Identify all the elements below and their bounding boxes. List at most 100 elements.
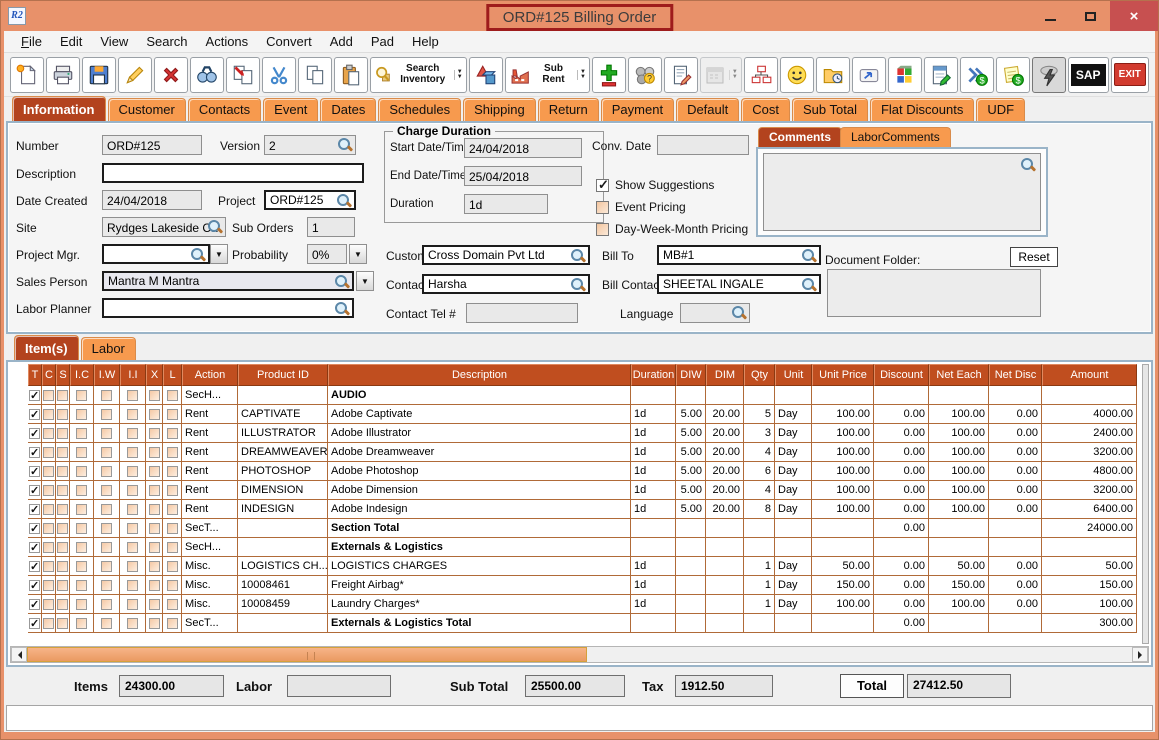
tab-dates[interactable]: Dates [320,98,376,121]
row-checkbox[interactable] [149,618,160,629]
notes-button[interactable] [664,57,698,93]
edit-button[interactable] [118,57,152,93]
row-checkbox[interactable] [167,504,178,515]
save-button[interactable] [82,57,116,93]
row-checkbox[interactable] [29,466,40,477]
column-header-t[interactable]: T [28,364,42,386]
tab-udf[interactable]: UDF [976,98,1025,121]
row-checkbox[interactable] [101,618,112,629]
row-checkbox[interactable] [167,409,178,420]
row-checkbox[interactable] [76,447,87,458]
menu-search[interactable]: Search [137,32,196,51]
tab-return[interactable]: Return [538,98,599,121]
row-checkbox[interactable] [43,542,54,553]
row-checkbox[interactable] [29,447,40,458]
row-checkbox[interactable] [57,390,68,401]
row-checkbox[interactable] [149,561,160,572]
paste-button[interactable] [334,57,368,93]
row-checkbox[interactable] [101,447,112,458]
menu-convert[interactable]: Convert [257,32,321,51]
bill-to-field[interactable]: MB#1 [657,245,821,265]
row-checkbox[interactable] [43,618,54,629]
row-checkbox[interactable] [127,542,138,553]
table-row[interactable]: SecH...Externals & Logistics [28,538,1137,557]
row-checkbox[interactable] [101,580,112,591]
contact-tel-field[interactable] [466,303,578,323]
table-row[interactable]: RentPHOTOSHOPAdobe Photoshop1d5.0020.006… [28,462,1137,481]
column-header-net-each[interactable]: Net Each [929,364,989,386]
tab-payment[interactable]: Payment [601,98,674,121]
row-checkbox[interactable] [149,390,160,401]
search-icon[interactable] [191,248,206,263]
row-checkbox[interactable] [149,580,160,591]
smiley-button[interactable] [780,57,814,93]
row-checkbox[interactable] [149,466,160,477]
row-checkbox[interactable] [167,466,178,477]
folder-time-button[interactable] [816,57,850,93]
menu-edit[interactable]: Edit [51,32,91,51]
row-checkbox[interactable] [149,447,160,458]
site-field[interactable]: Rydges Lakeside Ca [102,217,226,237]
edit-notes-button[interactable] [924,57,958,93]
tab-information[interactable]: Information [12,96,106,121]
checkbox-event-pricing[interactable] [596,201,609,214]
row-checkbox[interactable] [43,428,54,439]
row-checkbox[interactable] [57,618,68,629]
tab-schedules[interactable]: Schedules [378,98,461,121]
table-row[interactable]: RentDIMENSIONAdobe Dimension1d5.0020.004… [28,481,1137,500]
search-icon[interactable] [338,138,353,153]
sub-orders-field[interactable]: 1 [307,217,355,237]
search-icon[interactable] [208,220,223,235]
lightning-button[interactable] [1032,57,1066,93]
tab-customer[interactable]: Customer [108,98,186,121]
row-checkbox[interactable] [127,428,138,439]
row-checkbox[interactable] [29,542,40,553]
tab-flat-discounts[interactable]: Flat Discounts [870,98,974,121]
row-checkbox[interactable] [167,561,178,572]
row-checkbox[interactable] [29,485,40,496]
row-checkbox[interactable] [29,409,40,420]
row-checkbox[interactable] [29,618,40,629]
row-checkbox[interactable] [29,599,40,610]
row-checkbox[interactable] [57,466,68,477]
row-checkbox[interactable] [43,447,54,458]
scroll-left-arrow[interactable] [11,647,27,662]
column-header-c[interactable]: C [42,364,56,386]
row-checkbox[interactable] [149,542,160,553]
new-document-button[interactable] [10,57,44,93]
dollar-notes-button[interactable]: $ [996,57,1030,93]
add-item-button[interactable] [592,57,626,93]
conv-date-field[interactable] [657,135,749,155]
column-header-description[interactable]: Description [328,364,631,386]
chevron-down-icon[interactable]: ▼▼ [577,70,586,80]
row-checkbox[interactable] [76,618,87,629]
column-header-dim[interactable]: DIM [706,364,744,386]
row-checkbox[interactable] [76,523,87,534]
detail-tab-item-s-[interactable]: Item(s) [14,335,79,360]
search-icon[interactable] [1021,158,1036,173]
row-checkbox[interactable] [57,523,68,534]
row-checkbox[interactable] [29,428,40,439]
vertical-scrollbar[interactable] [1142,364,1149,644]
delete-button[interactable] [154,57,188,93]
transfer-button[interactable] [226,57,260,93]
row-checkbox[interactable] [76,580,87,591]
row-checkbox[interactable] [76,390,87,401]
row-checkbox[interactable] [101,390,112,401]
row-checkbox[interactable] [43,523,54,534]
customer-field[interactable]: Cross Domain Pvt Ltd [422,245,590,265]
table-row[interactable]: SecH...AUDIO [28,386,1137,405]
row-checkbox[interactable] [57,409,68,420]
column-header-i-i[interactable]: I.I [120,364,146,386]
menu-pad[interactable]: Pad [362,32,403,51]
table-row[interactable]: RentDREAMWEAVERAdobe Dreamweaver1d5.0020… [28,443,1137,462]
tab-event[interactable]: Event [263,98,318,121]
row-checkbox[interactable] [149,599,160,610]
row-checkbox[interactable] [127,466,138,477]
comments-textarea[interactable] [763,153,1041,231]
row-checkbox[interactable] [149,523,160,534]
print-button[interactable] [46,57,80,93]
sub-rent-button[interactable]: Sub Rent▼▼ [505,57,590,93]
table-row[interactable]: Misc.LOGISTICS CH...LOGISTICS CHARGES1d1… [28,557,1137,576]
row-checkbox[interactable] [127,390,138,401]
